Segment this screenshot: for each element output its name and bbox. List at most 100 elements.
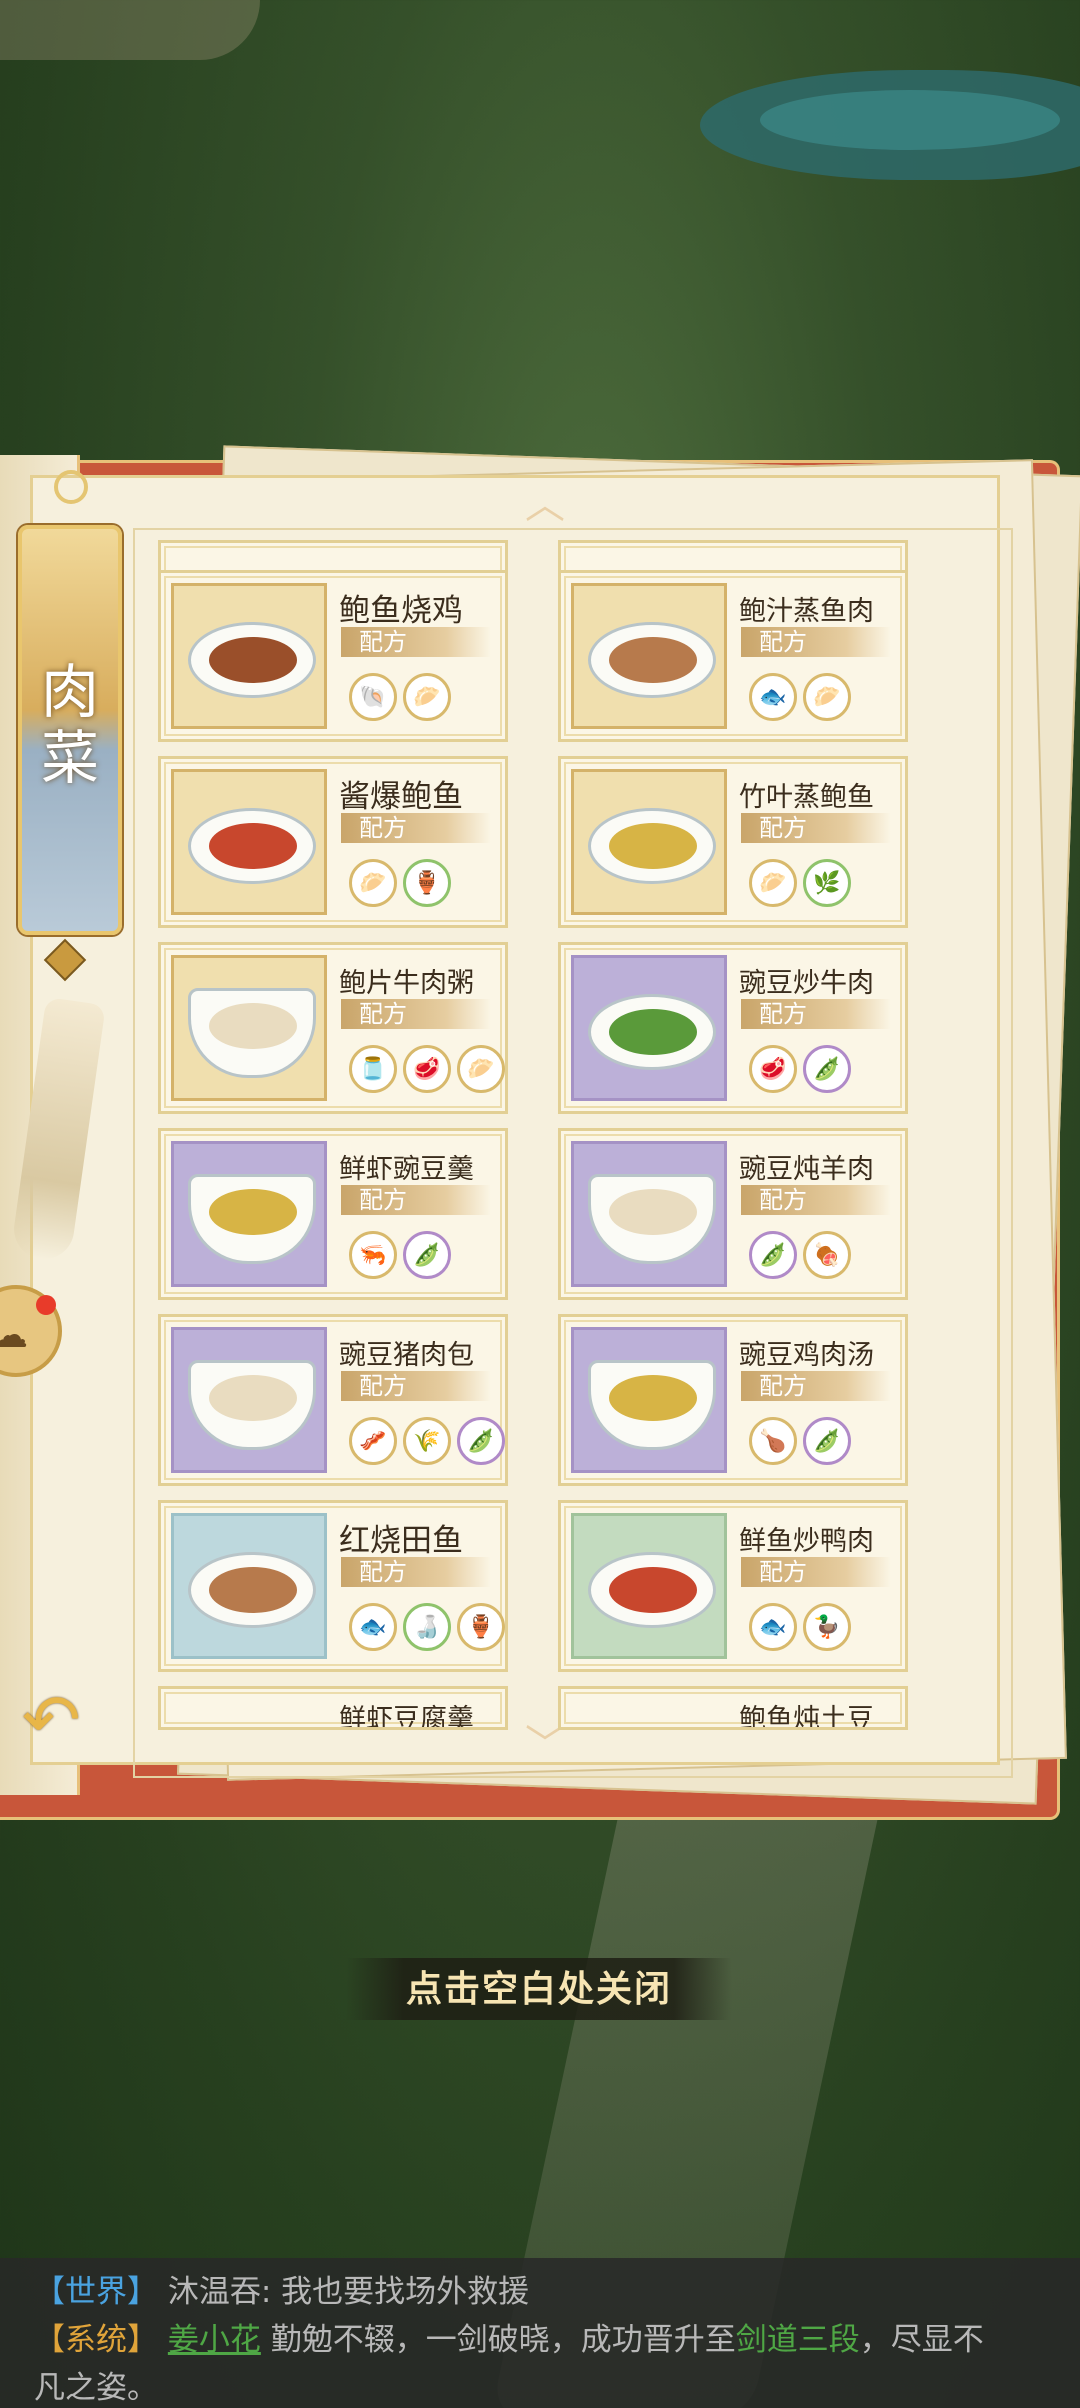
dish-name: 鲜虾豆腐羹 [339, 1704, 474, 1730]
category-tab-meat[interactable]: 肉菜 [18, 525, 122, 935]
chat-channel: 【世界】 [34, 2274, 158, 2310]
formula-label: 配方 [741, 999, 891, 1029]
bamboo-leaf-icon: 🌿 [803, 859, 851, 907]
formula-label: 配方 [741, 813, 891, 843]
dish-name: 豌豆炖羊肉 [739, 1154, 874, 1185]
mutton-icon: 🍖 [803, 1231, 851, 1279]
dish-image [571, 955, 727, 1101]
dish-image [171, 1327, 327, 1473]
dish-image [571, 769, 727, 915]
cloud-icon: ☁ [0, 1315, 28, 1356]
formula-label: 配方 [741, 1557, 891, 1587]
formula-label: 配方 [741, 1185, 891, 1215]
pork-icon: 🥓 [349, 1417, 397, 1465]
category-label: 肉菜 [40, 658, 99, 792]
abalone-icon: 🥟 [349, 859, 397, 907]
scroll-up-icon[interactable]: ︿ [510, 485, 580, 525]
chat-message: 勤勉不辍，一剑破晓，成功晋升至 [270, 2322, 736, 2358]
dish-name: 鲍片牛肉粥 [339, 968, 474, 999]
chicken-icon: 🍗 [749, 1417, 797, 1465]
beef-icon: 🥩 [749, 1045, 797, 1093]
dish-name: 红烧田鱼 [339, 1523, 463, 1559]
back-arrow-icon[interactable]: ↶ [22, 1680, 132, 1760]
dish-name: 鲍鱼烧鸡 [339, 593, 463, 629]
recipe-card[interactable]: 红烧田鱼 配方 🐟 🍶 🏺 [158, 1500, 508, 1672]
shell-icon: 🐚 [349, 673, 397, 721]
rank-text: 剑道三段 [735, 2322, 860, 2358]
sauce-jar-icon: 🏺 [403, 859, 451, 907]
chat-speaker: 沐温吞: [167, 2274, 272, 2310]
dish-name: 鲍汁蒸鱼肉 [739, 596, 874, 627]
recipe-card[interactable]: 鲍汁蒸鱼肉 配方 🐟 🥟 [558, 570, 908, 742]
abalone-icon: 🥟 [457, 1045, 505, 1093]
formula-label: 配方 [341, 813, 491, 843]
dish-name: 豌豆鸡肉汤 [739, 1340, 874, 1371]
formula-label: 配方 [341, 1557, 491, 1587]
formula-label: 配方 [341, 627, 491, 657]
shrimp-icon: 🦐 [349, 1231, 397, 1279]
recipe-card[interactable]: 鲍鱼烧鸡 配方 🐚 🥟 [158, 570, 508, 742]
dish-image [571, 583, 727, 729]
recipe-card-partial[interactable]: 鲜虾豆腐羹 [158, 1686, 508, 1730]
formula-label: 配方 [741, 627, 891, 657]
dish-name: 豌豆炒牛肉 [739, 968, 874, 999]
peas-icon: 🫛 [803, 1045, 851, 1093]
soy-sauce-icon: 🍶 [403, 1603, 451, 1651]
chat-line: 【世界】 沐温吞: 我也要找场外救援 [34, 2268, 1046, 2316]
recipe-card[interactable]: 酱爆鲍鱼 配方 🥟 🏺 [158, 756, 508, 928]
dish-image [571, 1513, 727, 1659]
recipe-card[interactable]: 竹叶蒸鲍鱼 配方 🥟 🌿 [558, 756, 908, 928]
dish-name: 酱爆鲍鱼 [339, 779, 463, 815]
dish-name: 鲍鱼炖土豆 [739, 1704, 874, 1730]
dish-image [171, 955, 327, 1101]
dish-image [571, 1141, 727, 1287]
chat-channel: 【系统】 [34, 2322, 158, 2358]
formula-label: 配方 [741, 1371, 891, 1401]
chat-message: 凡之姿。 [34, 2370, 158, 2406]
beef-icon: 🥩 [403, 1045, 451, 1093]
sauce-jar-icon: 🏺 [457, 1603, 505, 1651]
fish-meat-icon: 🐟 [349, 1603, 397, 1651]
recipe-card[interactable]: 鲍片牛肉粥 配方 🫙 🥩 🥟 [158, 942, 508, 1114]
dish-name: 竹叶蒸鲍鱼 [739, 782, 874, 813]
recipe-card[interactable]: 豌豆鸡肉汤 配方 🍗 🫛 [558, 1314, 908, 1486]
tab-ring-icon [54, 470, 88, 504]
abalone-icon: 🥟 [749, 859, 797, 907]
flour-icon: 🌾 [403, 1417, 451, 1465]
chat-message: ，尽显不 [859, 2322, 984, 2358]
close-hint[interactable]: 点击空白处关闭 [346, 1958, 732, 2020]
fish-meat-icon: 🐟 [749, 673, 797, 721]
dish-image [171, 583, 327, 729]
recipe-card[interactable]: 鲜鱼炒鸭肉 配方 🐟 🦆 [558, 1500, 908, 1672]
dish-image [171, 1141, 327, 1287]
abalone-icon: 🥟 [403, 673, 451, 721]
peas-icon: 🫛 [749, 1231, 797, 1279]
dish-image [171, 1513, 327, 1659]
map-road-top [0, 0, 260, 60]
chat-line: 【系统】 姜小花 勤勉不辍，一剑破晓，成功晋升至剑道三段，尽显不 [34, 2316, 1046, 2364]
recipe-card[interactable]: 鲜虾豌豆羹 配方 🦐 🫛 [158, 1128, 508, 1300]
recipe-card-partial[interactable]: 鲍鱼炖土豆 [558, 1686, 908, 1730]
peas-icon: 🫛 [457, 1417, 505, 1465]
recipe-card[interactable]: 豌豆猪肉包 配方 🥓 🌾 🫛 [158, 1314, 508, 1486]
peas-icon: 🫛 [803, 1417, 851, 1465]
formula-label: 配方 [341, 1185, 491, 1215]
duck-icon: 🦆 [803, 1603, 851, 1651]
recipe-card[interactable]: 豌豆炖羊肉 配方 🫛 🍖 [558, 1128, 908, 1300]
dish-name: 鲜虾豌豆羹 [339, 1154, 474, 1185]
rice-jar-icon: 🫙 [349, 1045, 397, 1093]
scroll-down-icon[interactable]: ﹀ [510, 1725, 580, 1765]
recipe-card[interactable]: 豌豆炒牛肉 配方 🥩 🫛 [558, 942, 908, 1114]
player-name-link[interactable]: 姜小花 [168, 2322, 261, 2358]
chat-line: 凡之姿。 [34, 2364, 1046, 2408]
formula-label: 配方 [341, 999, 491, 1029]
abalone-icon: 🥟 [803, 673, 851, 721]
dish-name: 豌豆猪肉包 [339, 1340, 474, 1371]
chat-message: 我也要找场外救援 [281, 2274, 530, 2310]
dish-image [571, 1327, 727, 1473]
dish-name: 鲜鱼炒鸭肉 [739, 1526, 874, 1557]
chat-box[interactable]: 【世界】 沐温吞: 我也要找场外救援 【系统】 姜小花 勤勉不辍，一剑破晓，成功… [0, 2258, 1080, 2408]
notification-dot [36, 1295, 56, 1315]
formula-label: 配方 [341, 1371, 491, 1401]
map-lake-highlight [760, 90, 1060, 150]
